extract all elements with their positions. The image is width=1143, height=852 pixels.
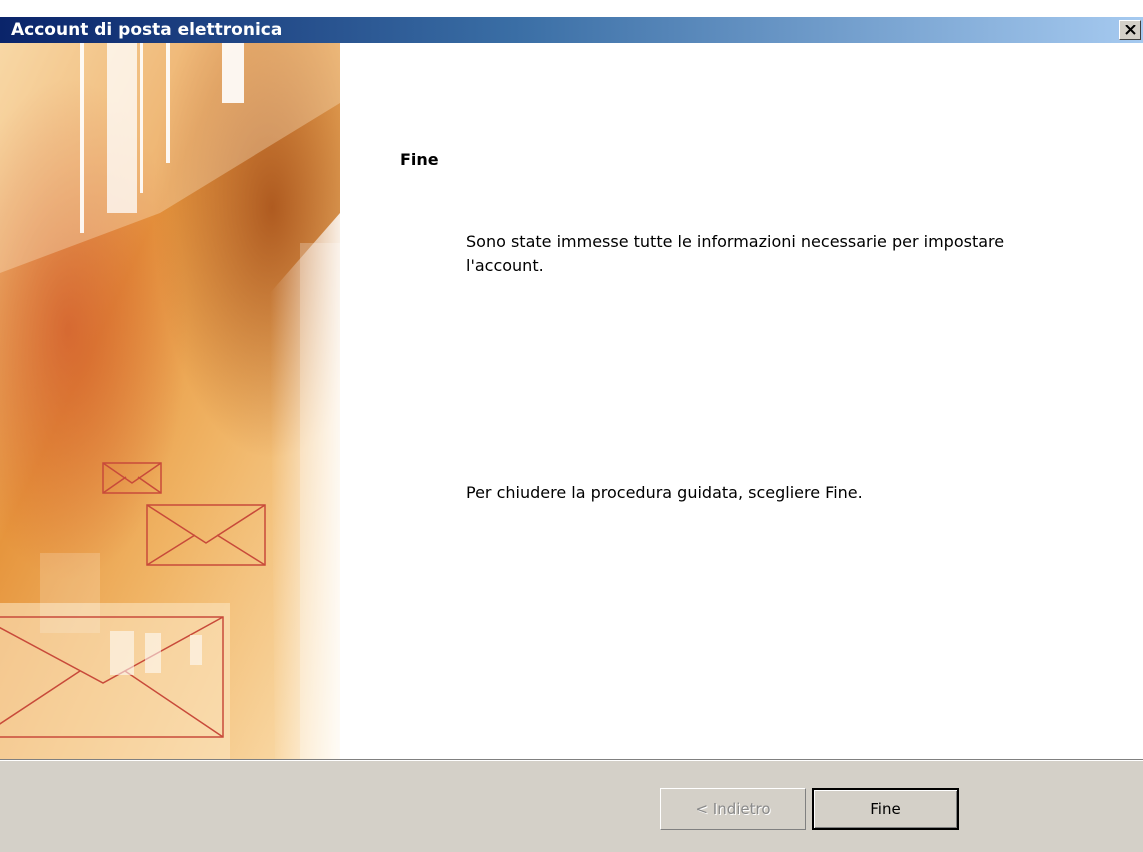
- completion-message: Sono state immesse tutte le informazioni…: [466, 232, 1005, 275]
- finish-button[interactable]: Fine: [812, 788, 959, 830]
- button-bar: < Indietro Fine: [0, 761, 1143, 852]
- title-bar-caption: Account di posta elettronica: [0, 17, 1143, 43]
- wizard-side-image: [0, 43, 340, 759]
- email-account-dialog: Account di posta elettronica Fine Sono s…: [0, 0, 1143, 852]
- orange-banner-art: [0, 43, 340, 759]
- close-button[interactable]: [1119, 20, 1141, 40]
- close-instruction: Per chiudere la procedura guidata, scegl…: [466, 483, 863, 502]
- close-x-icon: [1125, 25, 1136, 35]
- title-bar: Account di posta elettronica: [0, 0, 1143, 43]
- wizard-content: Fine Sono state immesse tutte le informa…: [0, 43, 1143, 759]
- wizard-main-pane: Fine Sono state immesse tutte le informa…: [340, 43, 1143, 759]
- window-title: Account di posta elettronica: [11, 20, 283, 40]
- back-button[interactable]: < Indietro: [660, 788, 806, 830]
- page-title: Fine: [400, 150, 439, 169]
